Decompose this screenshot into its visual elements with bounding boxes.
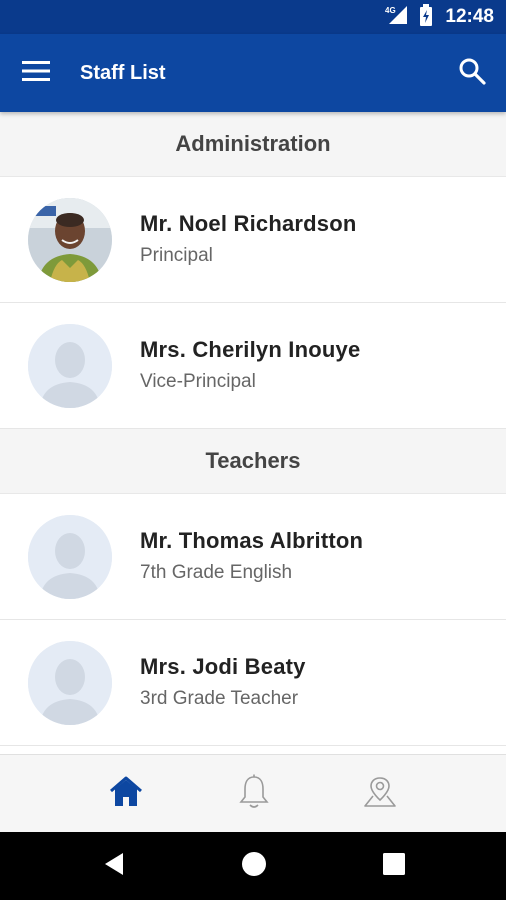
nav-notifications[interactable] <box>224 755 284 833</box>
system-nav-bar <box>0 832 506 900</box>
status-time: 12:48 <box>445 6 494 27</box>
back-button[interactable] <box>84 832 144 900</box>
status-bar: 4G 12:48 <box>0 0 506 34</box>
staff-title: Principal <box>140 245 213 266</box>
staff-title: 7th Grade English <box>140 562 293 583</box>
status-icons: 4G 12:48 <box>385 0 494 34</box>
staff-name: Mrs. Cherilyn Inouye <box>140 337 361 362</box>
staff-row[interactable]: Mrs. Cherilyn Inouye Vice-Principal <box>0 303 506 429</box>
bottom-nav <box>0 754 506 833</box>
staff-list[interactable]: Administration Mr. Noel Richardson Princ… <box>0 112 506 754</box>
staff-name: Mr. Noel Richardson <box>140 211 357 236</box>
recents-button[interactable] <box>364 832 424 900</box>
page-title: Staff List <box>80 62 166 84</box>
avatar-placeholder <box>28 641 112 725</box>
staff-name: Mr. Thomas Albritton <box>140 528 364 553</box>
staff-row[interactable]: Mr. Thomas Albritton 7th Grade English <box>0 494 506 620</box>
avatar-placeholder <box>28 515 112 599</box>
person-silhouette-icon <box>28 641 112 725</box>
avatar-placeholder <box>28 324 112 408</box>
section-header-teachers: Teachers <box>0 429 506 494</box>
app-bar: Staff List <box>0 34 506 112</box>
staff-photo <box>28 198 112 282</box>
recents-icon <box>383 852 405 880</box>
staff-title: Vice-Principal <box>140 371 256 392</box>
person-silhouette-icon <box>28 515 112 599</box>
battery-charging-icon <box>419 3 433 31</box>
staff-row[interactable]: Mr. Noel Richardson Principal <box>0 177 506 303</box>
staff-row[interactable]: Mrs. Jodi Beaty 3rd Grade Teacher <box>0 620 506 746</box>
home-icon <box>109 776 143 813</box>
nav-map[interactable] <box>350 755 410 833</box>
staff-title: 3rd Grade Teacher <box>140 688 299 709</box>
search-icon <box>458 57 486 90</box>
search-button[interactable] <box>450 51 494 95</box>
home-button[interactable] <box>224 832 284 900</box>
menu-button[interactable] <box>14 51 58 95</box>
back-icon <box>103 852 125 881</box>
person-silhouette-icon <box>28 324 112 408</box>
svg-text:4G: 4G <box>385 6 396 15</box>
avatar <box>28 198 112 282</box>
signal-icon: 4G <box>385 4 411 31</box>
section-header-administration: Administration <box>0 112 506 177</box>
staff-name: Mrs. Jodi Beaty <box>140 654 306 679</box>
bell-icon <box>238 774 270 815</box>
hamburger-menu-icon <box>22 60 50 87</box>
map-pin-icon <box>363 775 397 814</box>
nav-home[interactable] <box>96 755 156 833</box>
home-circle-icon <box>241 851 267 882</box>
